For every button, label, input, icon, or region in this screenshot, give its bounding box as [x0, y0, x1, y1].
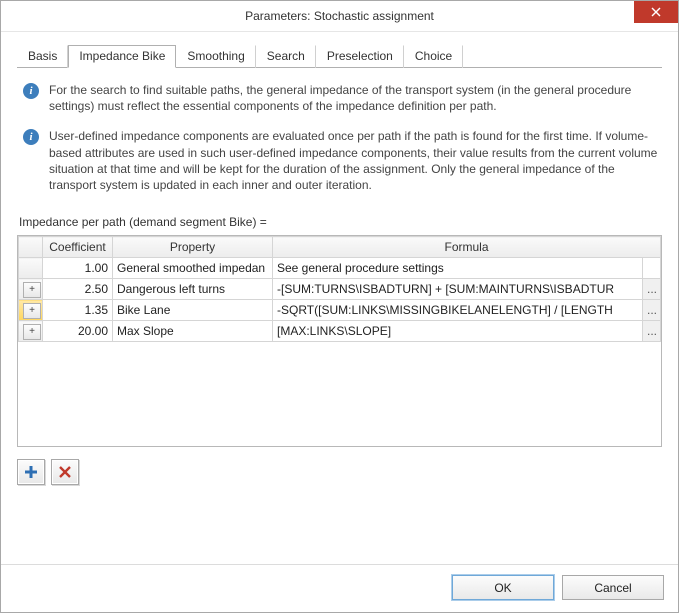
- cell-formula[interactable]: -[SUM:TURNS\ISBADTURN] + [SUM:MAINTURNS\…: [273, 279, 643, 300]
- info-text-2: User-defined impedance components are ev…: [49, 128, 660, 193]
- info-text-1: For the search to find suitable paths, t…: [49, 82, 660, 114]
- cell-formula[interactable]: -SQRT([SUM:LINKS\MISSINGBIKELANELENGTH] …: [273, 300, 643, 321]
- formula-browse-button[interactable]: ...: [642, 321, 660, 342]
- cell-formula[interactable]: See general procedure settings: [273, 258, 643, 279]
- cell-coefficient[interactable]: 20.00: [43, 321, 113, 342]
- cell-property[interactable]: Bike Lane: [113, 300, 273, 321]
- cell-coefficient[interactable]: 1.35: [43, 300, 113, 321]
- delete-row-button[interactable]: [51, 459, 79, 485]
- cell-coefficient[interactable]: 2.50: [43, 279, 113, 300]
- dialog-footer: OK Cancel: [1, 564, 678, 612]
- dialog-window: Parameters: Stochastic assignment BasisI…: [0, 0, 679, 613]
- info-block-1: i For the search to find suitable paths,…: [23, 82, 660, 114]
- expand-row-button[interactable]: +: [23, 324, 41, 340]
- cell-property[interactable]: Max Slope: [113, 321, 273, 342]
- tab-smoothing[interactable]: Smoothing: [176, 45, 255, 68]
- cell-property[interactable]: General smoothed impedan: [113, 258, 273, 279]
- tab-search[interactable]: Search: [256, 45, 316, 68]
- close-icon: [651, 7, 661, 17]
- table-row[interactable]: 1.00General smoothed impedanSee general …: [19, 258, 661, 279]
- expand-row-button[interactable]: +: [23, 282, 41, 298]
- table-row[interactable]: +20.00Max Slope[MAX:LINKS\SLOPE]...: [19, 321, 661, 342]
- table-row[interactable]: +2.50Dangerous left turns-[SUM:TURNS\ISB…: [19, 279, 661, 300]
- col-coefficient[interactable]: Coefficient: [43, 237, 113, 258]
- grid-toolbar: [17, 459, 662, 485]
- cell-property[interactable]: Dangerous left turns: [113, 279, 273, 300]
- cell-coefficient[interactable]: 1.00: [43, 258, 113, 279]
- add-row-button[interactable]: [17, 459, 45, 485]
- close-button[interactable]: [634, 1, 678, 23]
- grid-corner: [19, 237, 43, 258]
- title-bar: Parameters: Stochastic assignment: [1, 1, 678, 32]
- cancel-button[interactable]: Cancel: [562, 575, 664, 600]
- info-icon: i: [23, 83, 39, 99]
- col-property[interactable]: Property: [113, 237, 273, 258]
- impedance-grid[interactable]: Coefficient Property Formula 1.00General…: [17, 235, 662, 447]
- formula-browse-button[interactable]: ...: [642, 300, 660, 321]
- formula-browse-button: [642, 258, 660, 279]
- ok-button[interactable]: OK: [452, 575, 554, 600]
- expand-row-button[interactable]: +: [23, 303, 41, 319]
- col-formula[interactable]: Formula: [273, 237, 661, 258]
- grid-header-row: Coefficient Property Formula: [19, 237, 661, 258]
- tab-choice[interactable]: Choice: [404, 45, 463, 68]
- plus-icon: [24, 465, 38, 479]
- tab-impedance-bike[interactable]: Impedance Bike: [68, 45, 176, 68]
- window-title: Parameters: Stochastic assignment: [245, 9, 434, 23]
- tab-preselection[interactable]: Preselection: [316, 45, 404, 68]
- row-header[interactable]: [19, 258, 43, 279]
- cell-formula[interactable]: [MAX:LINKS\SLOPE]: [273, 321, 643, 342]
- row-header[interactable]: +: [19, 279, 43, 300]
- table-row[interactable]: +1.35Bike Lane-SQRT([SUM:LINKS\MISSINGBI…: [19, 300, 661, 321]
- row-header[interactable]: +: [19, 321, 43, 342]
- content-area: BasisImpedance BikeSmoothingSearchPresel…: [1, 32, 678, 564]
- info-icon: i: [23, 129, 39, 145]
- formula-browse-button[interactable]: ...: [642, 279, 660, 300]
- info-block-2: i User-defined impedance components are …: [23, 128, 660, 193]
- delete-icon: [58, 465, 72, 479]
- row-header[interactable]: +: [19, 300, 43, 321]
- tab-basis[interactable]: Basis: [17, 45, 68, 68]
- tab-strip: BasisImpedance BikeSmoothingSearchPresel…: [17, 44, 662, 68]
- section-label: Impedance per path (demand segment Bike)…: [19, 215, 660, 229]
